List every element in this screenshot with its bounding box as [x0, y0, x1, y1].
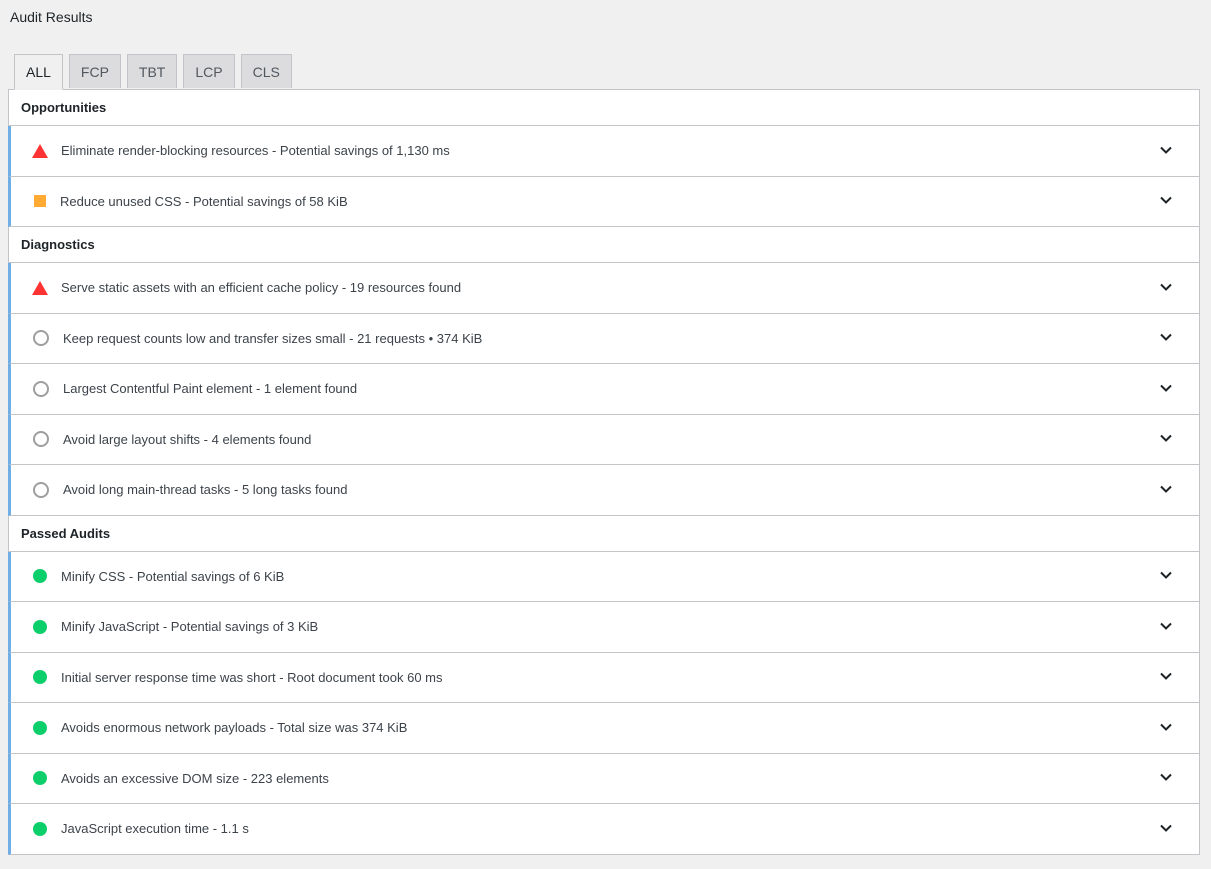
chevron-down-icon[interactable] [1159, 193, 1173, 207]
orange-square-icon [32, 193, 48, 209]
tab-cls[interactable]: CLS [240, 54, 292, 88]
audit-row[interactable]: Serve static assets with an efficient ca… [8, 263, 1200, 314]
audit-row[interactable]: Minify CSS - Potential savings of 6 KiB [8, 551, 1200, 602]
chevron-down-icon[interactable] [1159, 143, 1173, 157]
green-circle-icon [32, 568, 48, 584]
chevron-down-icon[interactable] [1159, 821, 1173, 835]
gray-circle-icon [33, 330, 49, 347]
audit-title: Minify CSS - Potential savings of 6 KiB [61, 568, 285, 584]
tab-lcp[interactable]: LCP [183, 54, 235, 88]
audit-panel: Opportunities Eliminate render-blocking … [8, 89, 1200, 869]
audit-row[interactable]: Avoids enormous network payloads - Total… [8, 703, 1200, 754]
audit-row[interactable]: Avoid large layout shifts - 4 elements f… [8, 414, 1200, 465]
chevron-down-icon[interactable] [1159, 280, 1173, 294]
tab-tbt[interactable]: TBT [126, 54, 178, 88]
tab-fcp[interactable]: FCP [68, 54, 121, 88]
chevron-down-icon[interactable] [1159, 330, 1173, 344]
audit-title: Serve static assets with an efficient ca… [61, 280, 462, 296]
green-circle-icon [32, 770, 48, 786]
red-triangle-icon [32, 143, 48, 158]
audit-title: Avoid long main-thread tasks - 5 long ta… [63, 482, 348, 498]
chevron-down-icon[interactable] [1159, 482, 1173, 496]
audit-title: Keep request counts low and transfer siz… [63, 330, 483, 346]
section-passed-audits-title: Passed Audits [8, 515, 1200, 552]
audit-title: Avoid large layout shifts - 4 elements f… [63, 431, 312, 447]
audit-title: Avoids enormous network payloads - Total… [61, 720, 408, 736]
opportunities-list: Eliminate render-blocking resources - Po… [8, 126, 1200, 227]
section-diagnostics-title: Diagnostics [8, 227, 1200, 263]
diagnostics-list: Serve static assets with an efficient ca… [8, 263, 1200, 516]
audit-title: Avoids an excessive DOM size - 223 eleme… [61, 770, 329, 786]
chevron-down-icon[interactable] [1159, 619, 1173, 633]
audit-row[interactable]: Minify JavaScript - Potential savings of… [8, 602, 1200, 653]
chevron-down-icon[interactable] [1159, 381, 1173, 395]
chevron-down-icon[interactable] [1159, 568, 1173, 582]
audit-row[interactable]: Avoid long main-thread tasks - 5 long ta… [8, 465, 1200, 516]
chevron-down-icon[interactable] [1159, 770, 1173, 784]
green-circle-icon [32, 720, 48, 736]
audit-row[interactable]: Initial server response time was short -… [8, 652, 1200, 703]
audit-row[interactable]: Eliminate render-blocking resources - Po… [8, 126, 1200, 177]
green-circle-icon [32, 821, 48, 837]
audit-title: Largest Contentful Paint element - 1 ele… [63, 381, 358, 397]
audit-row[interactable]: JavaScript execution time - 1.1 s [8, 804, 1200, 855]
green-circle-icon [32, 669, 48, 685]
chevron-down-icon[interactable] [1159, 431, 1173, 445]
audit-title: Reduce unused CSS - Potential savings of… [60, 193, 348, 209]
audit-title: Minify JavaScript - Potential savings of… [61, 619, 319, 635]
chevron-down-icon[interactable] [1159, 720, 1173, 734]
audit-row[interactable]: Reduce unused CSS - Potential savings of… [8, 176, 1200, 227]
tab-all[interactable]: ALL [14, 54, 63, 90]
audit-row[interactable]: Keep request counts low and transfer siz… [8, 313, 1200, 364]
gray-circle-icon [33, 431, 49, 448]
gray-circle-icon [33, 481, 49, 498]
chevron-down-icon[interactable] [1159, 669, 1173, 683]
audit-row[interactable]: Largest Contentful Paint element - 1 ele… [8, 364, 1200, 415]
audit-row[interactable]: Avoids an excessive DOM size - 223 eleme… [8, 753, 1200, 804]
audit-title: JavaScript execution time - 1.1 s [61, 821, 249, 837]
audit-title: Initial server response time was short -… [61, 669, 443, 685]
passed-audits-list: Minify CSS - Potential savings of 6 KiB M… [8, 551, 1200, 855]
gray-circle-icon [33, 380, 49, 397]
red-triangle-icon [32, 280, 48, 295]
green-circle-icon [32, 619, 48, 635]
audit-title: Eliminate render-blocking resources - Po… [61, 143, 450, 159]
audit-filter-tabs: ALL FCP TBT LCP CLS [14, 54, 292, 90]
section-opportunities-title: Opportunities [8, 90, 1200, 126]
page-title: Audit Results [10, 9, 93, 25]
